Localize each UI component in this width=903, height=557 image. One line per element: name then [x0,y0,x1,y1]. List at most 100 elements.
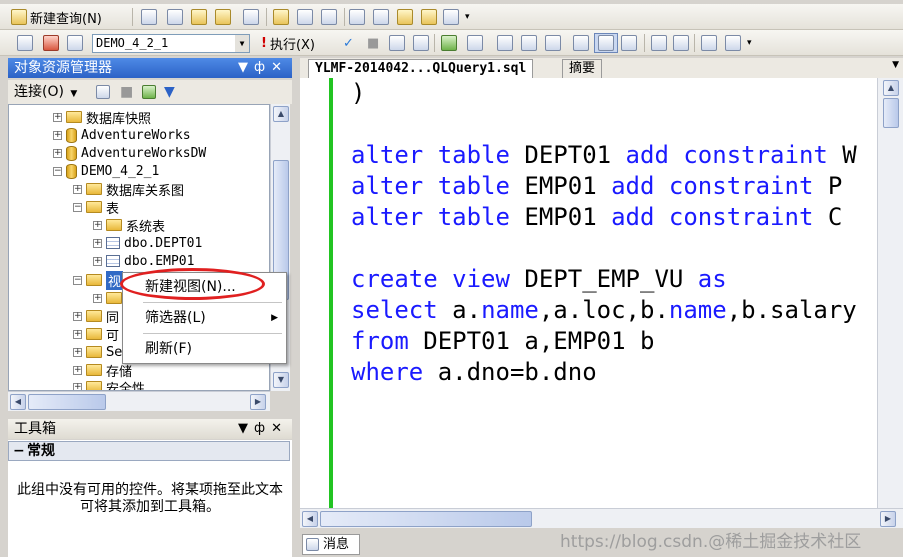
tree-node-db-adventureworks[interactable]: + AdventureWorks [53,126,191,144]
decrease-indent-button[interactable] [698,33,720,53]
tree-node-db-demo[interactable]: − DEMO_4_2_1 [53,162,159,180]
tree-node-table-dept01[interactable]: + dbo.DEPT01 [93,234,202,252]
scroll-right-icon[interactable]: ▶ [250,394,266,410]
display-plan-button[interactable] [386,33,408,53]
connect-dropdown[interactable]: 连接(O) [14,84,64,100]
database-select[interactable]: DEMO_4_2_1 ▼ [92,34,250,53]
template-explorer-button[interactable] [394,7,416,27]
scroll-up-icon[interactable]: ▲ [273,106,289,122]
expand-icon[interactable]: + [93,220,102,230]
specify-values-button[interactable] [438,33,460,53]
tab-messages[interactable]: 消息 [302,534,360,555]
expand-icon[interactable]: + [93,293,102,303]
change-connection-button[interactable] [64,33,86,53]
tree-node-service-broker[interactable]: + Se [73,343,122,361]
query-designer-button[interactable] [410,33,432,53]
tree-node-views[interactable]: − 视 [73,270,124,290]
expand-icon[interactable]: + [73,184,82,194]
uncomment-button[interactable] [670,33,692,53]
disconnect-icon[interactable] [96,85,110,99]
properties-button[interactable] [440,7,462,27]
open-file-button[interactable] [270,7,292,27]
scroll-thumb[interactable] [320,511,532,527]
dropdown-icon[interactable]: ▼ [238,60,254,75]
include-plan-button[interactable] [494,33,516,53]
scroll-left-icon[interactable]: ◀ [10,394,26,410]
refresh-icon[interactable] [142,85,156,99]
tab-query-file[interactable]: YLMF-2014042...QLQuery1.sql [308,59,534,78]
scroll-down-icon[interactable]: ▼ [273,372,289,388]
tab-summary[interactable]: 摘要 [562,59,603,78]
scroll-left-icon[interactable]: ◀ [302,511,318,527]
include-actual-plan-button[interactable] [618,33,640,53]
comment-button[interactable] [648,33,670,53]
solution-explorer-button[interactable] [418,7,440,27]
menu-item-filter[interactable]: 筛选器(L) ▶ [123,306,286,330]
connect-button[interactable] [14,33,36,53]
expand-icon[interactable]: + [73,311,82,321]
toolbar-overflow-button[interactable]: ▾ [462,7,473,27]
client-statistics-button[interactable] [518,33,540,53]
save-all-button[interactable] [318,7,340,27]
tree-node-snapshots[interactable]: + 数据库快照 [53,108,151,127]
expand-icon[interactable]: + [53,148,62,158]
tree-node-db-adventureworksdw[interactable]: + AdventureWorksDW [53,144,206,162]
intellisense-button[interactable] [464,33,486,53]
results-to-file-button[interactable] [594,33,618,53]
collapse-icon[interactable]: − [53,166,62,176]
tree-node-tables[interactable]: − 表 [73,198,119,217]
filter-icon[interactable]: ▼ [164,80,175,104]
tree-horizontal-scrollbar[interactable]: ◀ ▶ [8,391,270,411]
scroll-up-icon[interactable]: ▲ [883,80,899,96]
menu-item-refresh[interactable]: 刷新(F) [123,337,286,361]
expand-icon[interactable]: + [93,238,102,248]
expand-icon[interactable]: + [73,329,82,339]
mdx-query-button[interactable] [188,7,210,27]
tree-node-system-tables[interactable]: + 系统表 [93,216,165,235]
expand-icon[interactable]: + [53,130,62,140]
execute-button[interactable]: ! 执行(X) [258,33,318,53]
dmx-query-button[interactable] [212,7,234,27]
pin-icon[interactable]: ф [254,60,271,75]
tab-list-icon[interactable]: ▼ [892,60,899,70]
tree-node-diagrams[interactable]: + 数据库关系图 [73,180,184,199]
expand-icon[interactable]: + [73,365,82,375]
scroll-right-icon[interactable]: ▶ [880,511,896,527]
collapse-icon[interactable]: − [73,202,82,212]
analysis-query-button[interactable] [164,7,186,27]
registered-servers-button[interactable] [346,7,368,27]
cancel-execution-button[interactable]: ■ [364,33,382,53]
tree-node-security[interactable]: + 安全性 [73,378,145,390]
toolbox-category[interactable]: − 常规 [8,441,290,461]
results-to-grid-button[interactable] [570,33,592,53]
object-explorer-button[interactable] [370,7,392,27]
stop-icon[interactable]: ■ [120,80,133,104]
increase-indent-button[interactable] [722,33,744,53]
pin-icon[interactable]: ф [254,421,271,436]
save-button[interactable] [294,7,316,27]
expand-icon[interactable]: + [53,112,62,122]
chevron-down-icon[interactable]: ▼ [70,89,77,99]
expand-icon[interactable]: + [73,347,82,357]
expand-icon[interactable]: + [73,382,82,390]
scroll-thumb[interactable] [883,98,899,128]
scroll-thumb[interactable] [28,394,106,410]
results-to-text-button[interactable] [542,33,564,53]
new-file-button[interactable] [138,7,160,27]
collapse-icon[interactable]: − [13,442,25,460]
editor-vertical-scrollbar[interactable]: ▲ [877,78,903,508]
close-icon[interactable]: ✕ [271,60,288,75]
new-query-button[interactable]: 新建查询(N) [8,7,105,27]
collapse-icon[interactable]: − [73,275,82,285]
dropdown-icon[interactable]: ▼ [238,421,254,436]
editor-horizontal-scrollbar[interactable]: ◀ ▶ [300,508,903,528]
close-icon[interactable]: ✕ [271,421,288,436]
tree-node-synonyms[interactable]: + 同 [73,307,119,326]
tree-node-programmability[interactable]: + 可 [73,325,119,344]
xmla-query-button[interactable] [240,7,262,27]
disconnect-button[interactable] [40,33,62,53]
toolbar2-overflow-button[interactable]: ▾ [744,33,755,53]
expand-icon[interactable]: + [93,256,102,266]
tree-node-system-views[interactable]: + [93,289,122,307]
parse-button[interactable]: ✓ [340,33,357,53]
